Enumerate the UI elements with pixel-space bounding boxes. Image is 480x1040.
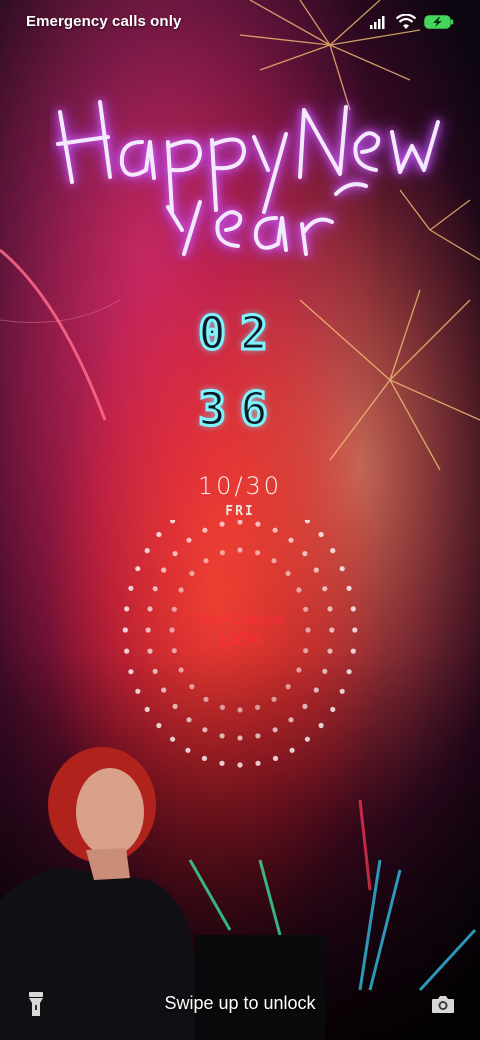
charging-dot	[322, 586, 328, 592]
charging-dot	[156, 531, 162, 538]
charging-dot	[237, 735, 243, 741]
status-bar: Emergency calls only	[0, 0, 480, 44]
charging-dot	[170, 736, 176, 742]
charging-dot	[322, 668, 328, 674]
charging-dot	[178, 587, 184, 593]
charging-dot	[178, 667, 184, 673]
happy-new-year-neon-text	[56, 100, 440, 256]
charging-dot	[219, 521, 225, 527]
charging-dot	[346, 669, 352, 675]
charging-dot	[271, 558, 277, 564]
charging-dot	[330, 548, 336, 554]
charging-dot	[186, 717, 192, 723]
charging-dot	[255, 704, 261, 710]
date-text: 10/30	[197, 472, 283, 500]
charging-status-label: Fully Charged	[196, 611, 284, 627]
charging-dot	[152, 586, 158, 592]
charging-dot	[272, 727, 278, 733]
charging-dot	[313, 687, 319, 693]
charging-dot	[255, 733, 261, 739]
charging-dot	[219, 704, 225, 710]
charging-dot	[172, 551, 178, 557]
charging-dot	[237, 547, 243, 553]
charging-dot	[255, 550, 261, 556]
charging-dot	[219, 760, 225, 766]
charging-dot	[313, 567, 319, 573]
charging-dot	[346, 585, 352, 591]
charging-dot	[144, 548, 150, 554]
camera-icon[interactable]	[431, 994, 455, 1014]
charging-percent: 100%	[216, 630, 264, 650]
swipe-up-hint[interactable]: Swipe up to unlock	[0, 993, 480, 1014]
battery-charging-icon	[424, 15, 454, 29]
charging-dot	[318, 722, 324, 729]
charging-dot	[202, 527, 208, 533]
clock-hours: 02	[197, 305, 282, 362]
charging-dot	[170, 520, 176, 524]
charging-dot	[285, 570, 291, 576]
charging-dot	[189, 570, 195, 576]
charging-dot	[152, 668, 158, 674]
charging-dot	[304, 736, 310, 742]
wifi-icon	[396, 14, 416, 29]
weekday-text: FRI	[225, 504, 255, 519]
charging-dot	[237, 520, 243, 525]
charging-dot	[339, 688, 345, 694]
charging-dot	[318, 531, 324, 538]
clock-minutes: 36	[197, 381, 282, 438]
charging-dot	[288, 717, 294, 723]
charging-dot	[272, 527, 278, 533]
charging-dot	[161, 567, 167, 573]
status-icons	[370, 13, 454, 31]
charging-dot	[255, 760, 261, 766]
charging-dot	[288, 537, 294, 543]
charging-dot	[302, 551, 308, 557]
charging-dot	[203, 696, 209, 702]
charging-dot	[296, 587, 302, 593]
charging-dot	[128, 585, 134, 591]
charging-dot	[144, 706, 150, 712]
charging-dot	[255, 521, 261, 527]
charging-dot	[203, 558, 209, 564]
charging-dot	[189, 684, 195, 690]
charging-dot	[135, 566, 141, 572]
charging-dot	[289, 747, 295, 753]
charging-dot	[202, 727, 208, 733]
charging-dot	[272, 755, 279, 761]
charging-dot	[219, 733, 225, 739]
charging-dot	[185, 747, 191, 753]
charging-dot	[219, 550, 225, 556]
charging-dot	[339, 566, 345, 572]
charging-dot	[296, 667, 302, 673]
charging-dot	[285, 684, 291, 690]
charging-dot	[237, 707, 243, 713]
charging-dot	[330, 706, 336, 712]
charging-dot	[135, 688, 141, 694]
charging-dot	[302, 703, 308, 709]
charging-dot	[201, 755, 208, 761]
carrier-status-text: Emergency calls only	[26, 13, 182, 30]
charging-dot	[161, 687, 167, 693]
charging-dot	[128, 669, 134, 675]
charging-dot	[304, 520, 310, 524]
charging-dot	[172, 703, 178, 709]
charging-dot	[186, 537, 192, 543]
charging-dot	[237, 762, 243, 768]
charging-dot	[156, 722, 162, 729]
charging-dot	[271, 696, 277, 702]
signal-icon	[370, 16, 385, 29]
